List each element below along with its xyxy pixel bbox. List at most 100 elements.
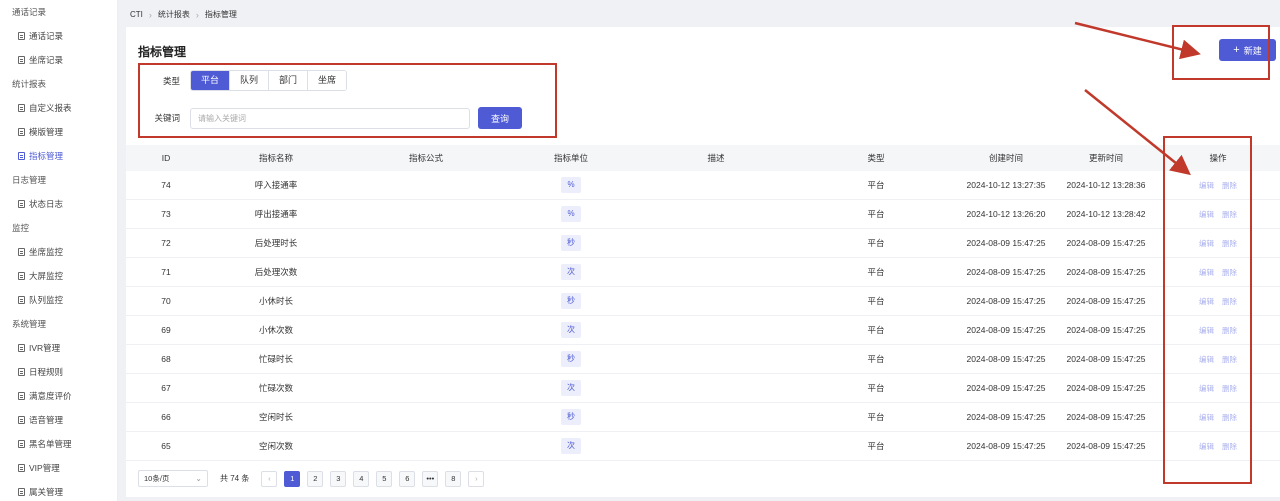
cell-type: 平台 [867,441,885,451]
cell-updated: 2024-08-09 15:47:25 [1066,441,1146,451]
sidebar-item[interactable]: 满意度评价 [0,384,117,408]
cell-created: 2024-08-09 15:47:25 [966,383,1046,393]
annotation-box-ops [1163,136,1252,484]
sidebar-item-label: 队列监控 [29,295,64,305]
page-size-select[interactable]: 10条/页 ⌄ [138,470,208,487]
sidebar-item[interactable]: 状态日志 [0,192,117,216]
sidebar-item-label: 模版管理 [29,127,64,137]
cell-created: 2024-10-12 13:26:20 [966,209,1046,219]
cell-name: 小休次数 [258,325,293,335]
app-window: 通话记录 通话记录 坐席记录 统计报表 自定义报表 模版管理 指标管理 日志管理 状态日志 监控坐… [0,0,1280,501]
cell-name: 忙碌次数 [258,383,293,393]
document-icon [18,104,25,112]
page-number-button[interactable]: 4 [353,470,370,487]
page-number-button[interactable]: 5 [376,470,393,487]
sidebar-item[interactable]: VIP管理 [0,456,117,480]
page-number-button[interactable]: 8 [445,470,462,487]
cell-unit: 秒 [506,293,636,309]
page-title: 指标管理 [138,45,187,59]
cell-type: 平台 [867,180,885,190]
page-number-button[interactable]: 1 [284,470,301,487]
cell-unit: 秒 [506,235,636,251]
page-number-button[interactable]: 6 [399,470,416,487]
table-row: 74 呼入接通率% 平台 2024-10-12 13:27:35 2024-10-12 … [126,171,1280,200]
page-number-button[interactable]: ••• [422,470,439,487]
metrics-table: ID 指标名称 指标公式 指标单位 描述 类型 创建时间 更新时间 操作 74 呼… [126,145,1280,461]
document-icon [18,392,25,400]
cell-updated: 2024-08-09 15:47:25 [1066,267,1146,277]
page-size-value: 10条/页 [144,474,170,483]
cell-unit: 秒 [506,409,636,425]
cell-type: 平台 [867,412,885,422]
sidebar-item[interactable]: 通话记录 [0,24,117,48]
cell-id: 74 [161,180,171,190]
cell-id: 69 [161,325,171,335]
sidebar-item-label: 满意度评价 [29,391,72,401]
sidebar-item[interactable]: 坐席记录 [0,48,117,72]
document-icon [18,344,25,352]
sidebar-item[interactable]: IVR管理 [0,336,117,360]
sidebar-item[interactable]: 黑名单管理 [0,432,117,456]
sidebar-item[interactable]: 大屏监控 [0,264,117,288]
chevron-right-icon: › [195,9,199,20]
sidebar-item-label: 坐席监控 [29,247,64,257]
unit-tag: 次 [561,322,581,338]
page-number-button[interactable]: 3 [330,470,347,487]
sidebar-group-label: 通话记录 [12,7,47,17]
document-icon [18,440,25,448]
cell-type: 平台 [867,354,885,364]
cell-name: 空闲时长 [258,412,293,422]
cell-created: 2024-08-09 15:47:25 [966,325,1046,335]
sidebar-item-label: IVR管理 [29,343,61,353]
breadcrumb-item[interactable]: CTI [130,10,143,19]
cell-unit: 次 [506,322,636,338]
sidebar-item[interactable]: 队列监控 [0,288,117,312]
cell-created: 2024-08-09 15:47:25 [966,354,1046,364]
unit-tag: 次 [561,438,581,454]
sidebar-item-label: 坐席记录 [29,55,64,65]
breadcrumb-item[interactable]: 统计报表 [158,9,190,20]
document-icon [18,128,25,136]
sidebar-item[interactable]: 自定义报表 [0,96,117,120]
sidebar-item[interactable]: 坐席监控 [0,240,117,264]
sidebar: 通话记录 通话记录 坐席记录 统计报表 自定义报表 模版管理 指标管理 日志管理 状态日志 监控坐… [0,0,118,501]
col-header-name: 指标名称 [258,153,293,163]
sidebar-item[interactable]: 语音管理 [0,408,117,432]
document-icon [18,56,25,64]
sidebar-item-label: 指标管理 [29,151,64,161]
cell-updated: 2024-08-09 15:47:25 [1066,354,1146,364]
unit-tag: 秒 [561,409,581,425]
sidebar-item-label: 大屏监控 [29,271,64,281]
cell-unit: 秒 [506,351,636,367]
sidebar-group-label: 日志管理 [12,175,47,185]
sidebar-item[interactable]: 指标管理 [0,144,117,168]
total-count: 共 74 条 [220,474,250,483]
col-header-created: 创建时间 [988,153,1023,163]
document-icon [18,368,25,376]
cell-id: 65 [161,441,171,451]
sidebar-item[interactable]: 属关管理 [0,480,117,501]
sidebar-item-label: 状态日志 [29,199,64,209]
table-row: 65 空闲次数 次 平台 2024-08-09 15:47:25 2024-08-09 1… [126,432,1280,461]
unit-tag: 秒 [561,235,581,251]
cell-type: 平台 [867,296,885,306]
cell-name: 后处理时长 [254,238,298,248]
cell-name: 后处理次数 [254,267,298,277]
table-header: ID 指标名称 指标公式 指标单位 描述 类型 创建时间 更新时间 操作 [126,145,1280,171]
cell-id: 67 [161,383,171,393]
col-header-formula: 指标公式 [408,153,443,163]
cell-type: 平台 [867,267,885,277]
sidebar-item[interactable]: 日程规则 [0,360,117,384]
col-header-id: ID [161,153,171,163]
table-row: 70 小休时长 秒 平台 2024-08-09 15:47:25 2024-08-09 1… [126,287,1280,316]
cell-type: 平台 [867,209,885,219]
sidebar-item[interactable]: 模版管理 [0,120,117,144]
next-page-button[interactable]: › [468,470,485,487]
sidebar-item-label: 属关管理 [29,487,64,497]
cell-unit: 次 [506,264,636,280]
annotation-box-filters [138,63,557,138]
sidebar-item-label: 语音管理 [29,415,64,425]
table-row: 67 忙碌次数 次 平台 2024-08-09 15:47:25 2024-08-09 1… [126,374,1280,403]
page-number-button[interactable]: 2 [307,470,324,487]
prev-page-button[interactable]: ‹ [261,470,278,487]
